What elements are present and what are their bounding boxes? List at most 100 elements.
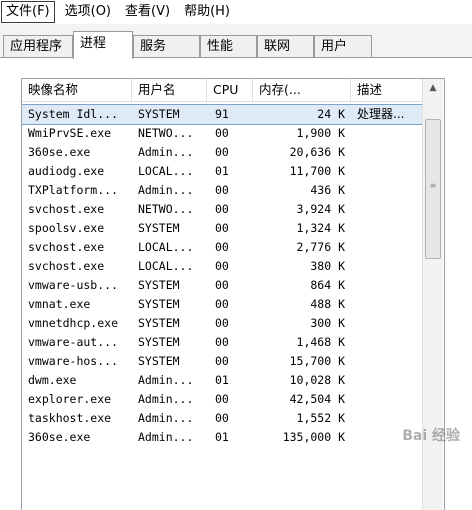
table-row[interactable]: explorer.exe Admin... 00 42,504 K — [22, 390, 422, 409]
process-memory: 11,700 K — [289, 164, 345, 178]
table-row[interactable]: svchost.exe LOCAL... 00 2,776 K — [22, 238, 422, 257]
process-user-name: SYSTEM — [138, 316, 180, 330]
process-user-name: Admin... — [138, 183, 194, 197]
process-image-name: spoolsv.exe — [28, 221, 105, 235]
process-image-name: vmnat.exe — [28, 297, 91, 311]
process-image-name: vmware-aut... — [28, 335, 119, 349]
process-user-name: SYSTEM — [138, 354, 180, 368]
table-row[interactable]: WmiPrvSE.exe NETWO... 00 1,900 K — [22, 124, 422, 143]
process-memory: 488 K — [310, 297, 345, 311]
process-cpu: 00 — [215, 297, 229, 311]
process-user-name: NETWO... — [138, 202, 194, 216]
process-description — [351, 181, 422, 200]
process-image-name: WmiPrvSE.exe — [28, 126, 112, 140]
process-image-name: TXPlatform... — [28, 183, 119, 197]
process-memory: 1,468 K — [296, 335, 345, 349]
process-memory: 436 K — [310, 183, 345, 197]
table-row[interactable]: vmware-usb... SYSTEM 00 864 K — [22, 276, 422, 295]
process-user-name: LOCAL... — [138, 164, 194, 178]
process-image-name: vmware-hos... — [28, 354, 119, 368]
process-memory: 42,504 K — [289, 392, 345, 406]
process-image-name: svchost.exe — [28, 240, 105, 254]
tab-networking[interactable]: 联网 — [257, 35, 314, 57]
process-description — [351, 238, 422, 257]
processes-panel: 映像名称 用户名 CPU 内存(... 描述 System Idl... SYST… — [0, 58, 472, 510]
table-row[interactable]: 360se.exe Admin... 01 135,000 K — [22, 428, 422, 447]
process-user-name: Admin... — [138, 145, 194, 159]
table-row[interactable]: dwm.exe Admin... 01 10,028 K — [22, 371, 422, 390]
process-description: 处理器... — [357, 107, 405, 121]
table-row[interactable]: vmnetdhcp.exe SYSTEM 00 300 K — [22, 314, 422, 333]
table-row[interactable]: 360se.exe Admin... 00 20,636 K — [22, 143, 422, 162]
process-description — [351, 124, 422, 143]
process-rows: System Idl... SYSTEM 91 24 K 处理器... WmiPrvSE.… — [22, 104, 423, 447]
column-cpu[interactable]: CPU — [207, 79, 253, 101]
column-image-name[interactable]: 映像名称 — [22, 79, 132, 101]
table-row[interactable]: TXPlatform... Admin... 00 436 K — [22, 181, 422, 200]
column-user-name[interactable]: 用户名 — [132, 79, 207, 101]
process-user-name: Admin... — [138, 373, 194, 387]
process-cpu: 00 — [215, 183, 229, 197]
table-row[interactable]: svchost.exe NETWO... 00 3,924 K — [22, 200, 422, 219]
process-memory: 20,636 K — [289, 145, 345, 159]
process-memory: 1,324 K — [296, 221, 345, 235]
table-row[interactable]: spoolsv.exe SYSTEM 00 1,324 K — [22, 219, 422, 238]
process-cpu: 00 — [215, 259, 229, 273]
process-description — [351, 257, 422, 276]
process-image-name: dwm.exe — [28, 373, 77, 387]
process-description — [351, 352, 422, 371]
table-row[interactable]: vmnat.exe SYSTEM 00 488 K — [22, 295, 422, 314]
grip-icon: ≡ — [429, 181, 437, 190]
process-image-name: svchost.exe — [28, 259, 105, 273]
menu-options[interactable]: 选项(O) — [61, 1, 115, 23]
process-description — [351, 295, 422, 314]
process-cpu: 00 — [215, 392, 229, 406]
table-row[interactable]: vmware-hos... SYSTEM 00 15,700 K — [22, 352, 422, 371]
process-memory: 864 K — [310, 278, 345, 292]
column-memory[interactable]: 内存(... — [253, 79, 351, 101]
process-memory: 135,000 K — [282, 430, 345, 444]
process-description — [351, 162, 422, 181]
process-cpu: 00 — [215, 354, 229, 368]
scrollbar-thumb[interactable]: ≡ — [425, 119, 441, 259]
process-image-name: audiodg.exe — [28, 164, 105, 178]
process-memory: 300 K — [310, 316, 345, 330]
table-row[interactable]: taskhost.exe Admin... 00 1,552 K — [22, 409, 422, 428]
process-description — [351, 143, 422, 162]
tab-users[interactable]: 用户 — [314, 35, 372, 57]
menu-file[interactable]: 文件(F) — [1, 1, 55, 23]
table-row[interactable]: svchost.exe LOCAL... 00 380 K — [22, 257, 422, 276]
menu-help[interactable]: 帮助(H) — [180, 1, 234, 23]
process-user-name: LOCAL... — [138, 240, 194, 254]
table-row[interactable]: audiodg.exe LOCAL... 01 11,700 K — [22, 162, 422, 181]
process-memory: 2,776 K — [296, 240, 345, 254]
vertical-scrollbar[interactable]: ▲ ≡ — [422, 79, 443, 510]
process-description — [351, 219, 422, 238]
tab-processes[interactable]: 进程 — [73, 31, 133, 59]
process-user-name: SYSTEM — [138, 278, 180, 292]
process-image-name: System Idl... — [28, 107, 119, 121]
table-row[interactable]: System Idl... SYSTEM 91 24 K 处理器... — [22, 104, 423, 125]
process-description — [351, 390, 422, 409]
process-memory: 1,900 K — [296, 126, 345, 140]
process-cpu: 01 — [215, 373, 229, 387]
scroll-up-icon[interactable]: ▲ — [423, 79, 443, 97]
tab-services[interactable]: 服务 — [133, 35, 200, 57]
process-cpu: 00 — [215, 240, 229, 254]
tab-applications[interactable]: 应用程序 — [3, 35, 73, 57]
menu-view[interactable]: 查看(V) — [121, 1, 174, 23]
process-cpu: 00 — [215, 202, 229, 216]
process-cpu: 01 — [215, 164, 229, 178]
process-user-name: SYSTEM — [138, 107, 180, 121]
process-list[interactable]: 映像名称 用户名 CPU 内存(... 描述 System Idl... SYST… — [21, 78, 445, 510]
process-cpu: 00 — [215, 126, 229, 140]
process-image-name: explorer.exe — [28, 392, 112, 406]
process-image-name: svchost.exe — [28, 202, 105, 216]
process-memory: 380 K — [310, 259, 345, 273]
process-cpu: 91 — [215, 107, 229, 121]
tab-performance[interactable]: 性能 — [200, 35, 257, 57]
process-memory: 10,028 K — [289, 373, 345, 387]
process-description — [351, 371, 422, 390]
column-description[interactable]: 描述 — [351, 79, 422, 101]
table-row[interactable]: vmware-aut... SYSTEM 00 1,468 K — [22, 333, 422, 352]
